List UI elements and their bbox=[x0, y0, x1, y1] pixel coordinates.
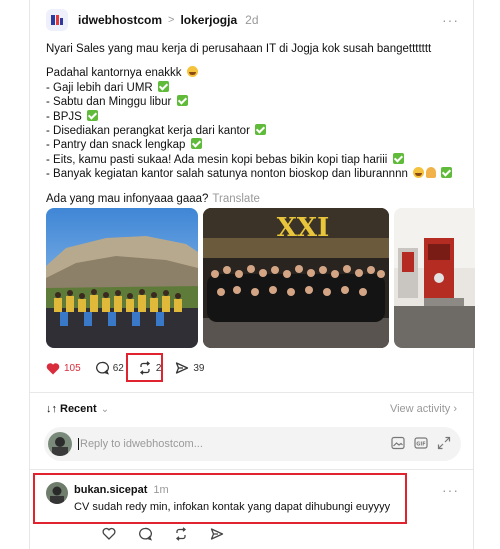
post-text-line: - Disediakan perangkat kerja dari kantor bbox=[46, 124, 461, 138]
heart-filled-icon bbox=[46, 362, 60, 374]
reply-box[interactable]: Reply to idwebhostcom... GIF bbox=[44, 427, 461, 461]
comment-highlight-box bbox=[33, 473, 407, 524]
account-avatar[interactable] bbox=[46, 9, 68, 31]
post-text-line: - Banyak kegiatan kantor salah satunya n… bbox=[46, 167, 461, 181]
divider bbox=[30, 469, 473, 470]
check-mark-icon bbox=[157, 80, 169, 92]
gif-icon[interactable]: GIF bbox=[414, 436, 428, 450]
comment-bubble-icon bbox=[95, 361, 109, 375]
share-button[interactable]: 39 bbox=[175, 361, 205, 375]
post-text-line: - Eits, kamu pasti sukaa! Ada mesin kopi… bbox=[46, 152, 461, 167]
view-activity-link[interactable]: View activity › bbox=[390, 403, 457, 415]
share-count: 39 bbox=[193, 362, 205, 374]
post-text-line: Ada yang mau infonyaaa gaaa? Translate bbox=[46, 192, 260, 205]
repost-icon[interactable] bbox=[174, 527, 188, 541]
send-icon[interactable] bbox=[210, 527, 224, 541]
comment-count: 62 bbox=[112, 362, 124, 374]
post-image-cinema-group[interactable]: XXI bbox=[203, 208, 389, 348]
post-time: 2d bbox=[245, 13, 259, 27]
like-count: 105 bbox=[64, 362, 81, 374]
sort-arrows-icon: ↓↑ bbox=[46, 403, 57, 415]
breadcrumb-separator: > bbox=[168, 14, 175, 26]
check-mark-icon bbox=[176, 95, 188, 107]
check-mark-icon bbox=[392, 152, 404, 164]
translate-link[interactable]: Translate bbox=[212, 193, 260, 205]
check-mark-icon bbox=[441, 167, 453, 179]
sort-label: Recent bbox=[60, 403, 97, 415]
repost-highlight-box bbox=[126, 353, 163, 382]
idwebhost-logo-icon bbox=[51, 15, 63, 25]
crying-face-icon bbox=[413, 167, 425, 179]
post-username[interactable]: idwebhostcom bbox=[78, 13, 162, 27]
thread-post-card: idwebhostcom > lokerjogja 2d ··· Nyari S… bbox=[29, 0, 475, 549]
post-text-line: Padahal kantornya enakkk bbox=[46, 66, 461, 80]
chevron-right-icon: › bbox=[453, 403, 457, 415]
current-user-avatar bbox=[48, 432, 72, 456]
check-mark-icon bbox=[190, 138, 202, 150]
community-link[interactable]: lokerjogja bbox=[180, 13, 237, 27]
praying-hands-icon bbox=[426, 167, 437, 179]
post-header: idwebhostcom > lokerjogja 2d ··· bbox=[46, 9, 461, 31]
reply-input[interactable]: Reply to idwebhostcom... bbox=[78, 438, 203, 450]
post-text-line: - BPJS bbox=[46, 109, 461, 124]
heart-outline-icon[interactable] bbox=[102, 527, 116, 540]
post-text-line: - Gaji lebih dari UMR bbox=[46, 80, 461, 95]
reply-tools: GIF bbox=[391, 436, 451, 450]
post-text-line: - Sabtu dan Minggu libur bbox=[46, 95, 461, 109]
divider bbox=[30, 392, 473, 393]
image-attach-icon[interactable] bbox=[391, 436, 405, 450]
post-image-coffee-machine[interactable] bbox=[394, 208, 475, 348]
chevron-down-icon: ⌄ bbox=[100, 403, 110, 415]
comment-bubble-icon[interactable] bbox=[138, 527, 152, 541]
check-mark-icon bbox=[255, 124, 267, 136]
send-icon bbox=[176, 362, 189, 374]
check-mark-icon bbox=[87, 109, 98, 121]
svg-text:GIF: GIF bbox=[416, 442, 425, 448]
expand-icon[interactable] bbox=[437, 436, 451, 450]
comment-action-bar bbox=[102, 527, 224, 541]
crying-face-icon bbox=[186, 66, 198, 78]
post-text-line: Nyari Sales yang mau kerja di perusahaan… bbox=[46, 43, 432, 55]
comment-button[interactable]: 62 bbox=[95, 361, 124, 375]
cinema-sign: XXI bbox=[277, 213, 330, 243]
post-image-carousel[interactable]: XXI bbox=[46, 208, 475, 348]
more-options-icon[interactable]: ··· bbox=[442, 12, 459, 28]
post-image-team-outing[interactable] bbox=[46, 208, 198, 348]
like-button[interactable]: 105 bbox=[46, 362, 81, 375]
more-options-icon[interactable]: ··· bbox=[442, 482, 459, 498]
sort-replies-dropdown[interactable]: ↓↑ Recent ⌄ bbox=[46, 403, 109, 415]
post-text-line: - Pantry dan snack lengkap bbox=[46, 138, 461, 152]
post-body: Nyari Sales yang mau kerja di perusahaan… bbox=[46, 42, 461, 206]
